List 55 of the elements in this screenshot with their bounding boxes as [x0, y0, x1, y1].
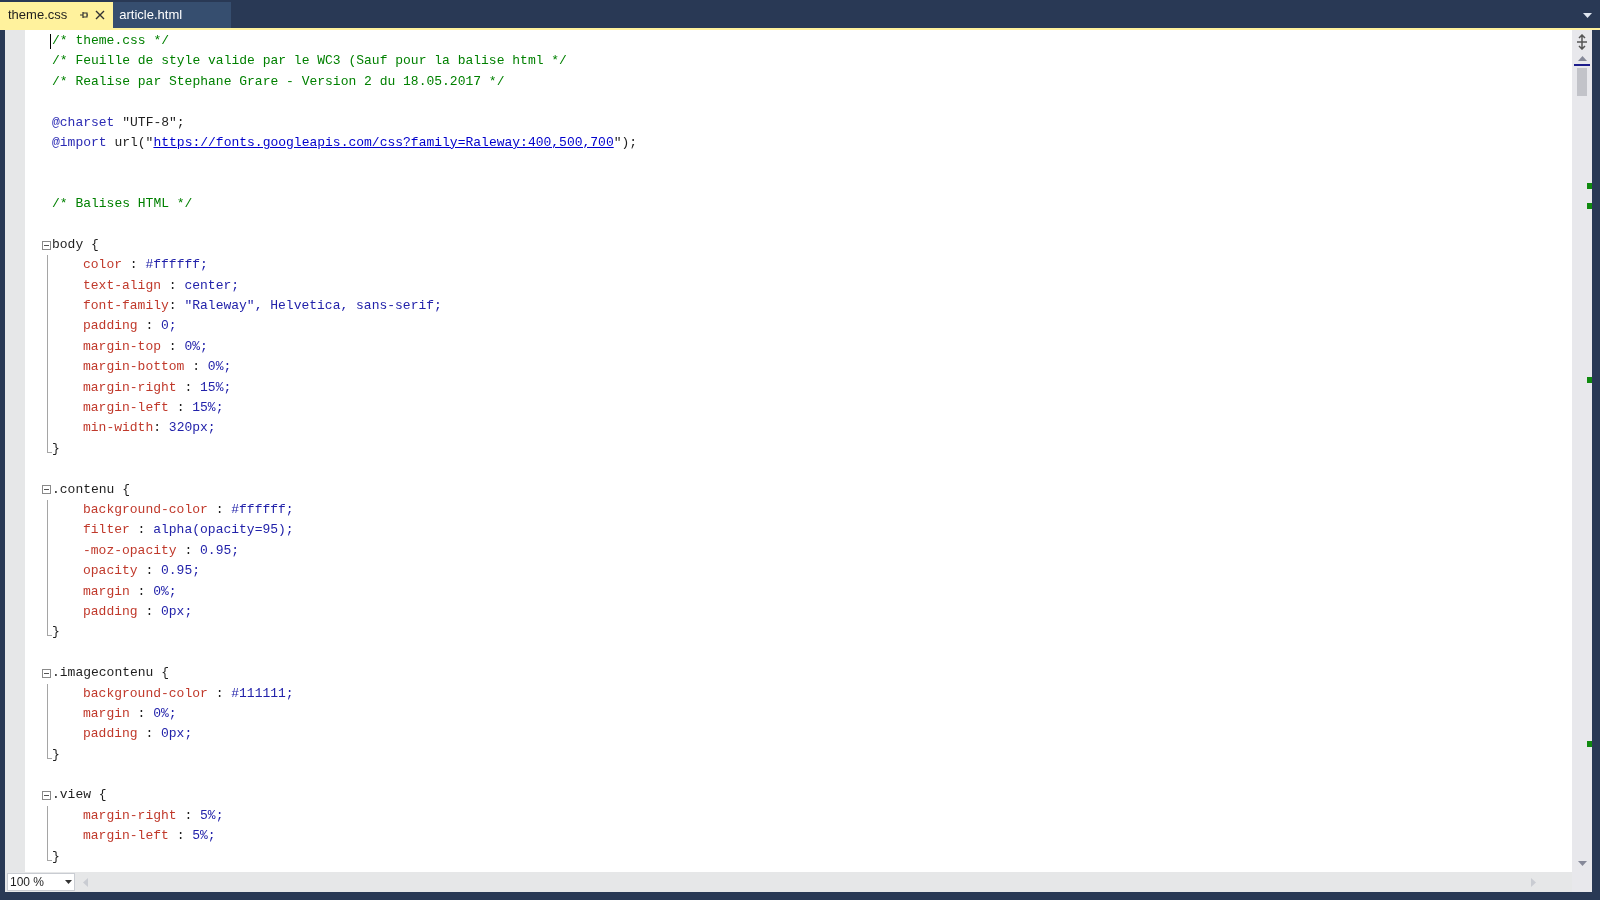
code-line: margin-right : 5%; [82, 806, 224, 825]
code-line: background-color : #111111; [82, 684, 294, 703]
code-line: } [52, 847, 60, 866]
code-line: padding : 0px; [82, 602, 193, 621]
scroll-down-icon[interactable] [1577, 861, 1587, 866]
caret-icon [65, 880, 72, 884]
code-line: margin-left : 15%; [82, 399, 224, 418]
code-line: background-color : #ffffff; [82, 501, 294, 519]
code-line: filter : alpha(opacity=95); [82, 521, 294, 540]
fold-toggle[interactable] [42, 240, 51, 250]
code-line: } [52, 439, 60, 458]
code-line: text-align : center; [82, 276, 240, 295]
code-line: min-width: 320px; [82, 419, 216, 438]
change-marker [1587, 183, 1592, 189]
dropdown-icon[interactable] [1583, 13, 1592, 18]
code-line: .view { [52, 786, 107, 805]
code-line: margin-left : 5%; [82, 827, 216, 846]
code-line: /* Balises HTML */ [52, 195, 193, 214]
code-line: .contenu { [52, 480, 130, 499]
code-line: .imagecontenu { [52, 664, 170, 683]
code-line: margin-bottom : 0%; [82, 358, 232, 377]
code-line: font-family: "Raleway", Helvetica, sans-serif; [82, 297, 442, 316]
code-line: color : #ffffff; [82, 256, 208, 275]
fold-toggle[interactable] [42, 668, 51, 678]
code-line: /* theme.css */ [52, 32, 170, 50]
file-tab[interactable]: theme.css [0, 2, 114, 28]
change-marker [1587, 377, 1592, 383]
code-line: } [52, 623, 60, 642]
scroll-thumb[interactable] [1577, 68, 1587, 96]
code-line: } [52, 745, 60, 764]
close-icon[interactable] [95, 10, 106, 20]
pin-icon[interactable] [79, 10, 90, 20]
scroll-up-icon[interactable] [1577, 56, 1587, 61]
code-line: @import url("https://fonts.googleapis.com/css?family=Raleway:400,500,700"); [52, 133, 638, 152]
code-line: margin-right : 15%; [82, 378, 232, 397]
code-line: opacity : 0.95; [82, 562, 201, 581]
text-cursor [50, 34, 51, 49]
split-icon[interactable] [1575, 34, 1589, 50]
code-line: /* Realise par Stephane Grare - Version 2 du 18.05.2017 */ [52, 72, 505, 91]
code-line: padding : 0px; [82, 725, 193, 744]
code-line: margin : 0%; [82, 582, 177, 601]
vertical-scrollbar[interactable] [1572, 30, 1592, 892]
code-line: margin-top : 0%; [82, 337, 208, 356]
code-line: margin : 0%; [82, 704, 177, 723]
code-line: body { [52, 235, 99, 254]
code-line: @charset "UTF-8"; [52, 113, 185, 132]
fold-toggle[interactable] [42, 485, 51, 495]
file-tab[interactable]: article.html [113, 2, 232, 28]
change-marker [1587, 203, 1592, 209]
code-line: /* Feuille de style valide par le WC3 (Sauf pour la balise html */ [52, 52, 567, 71]
code-line: padding : 0; [82, 317, 177, 336]
code-line: -moz-opacity : 0.95; [82, 541, 240, 560]
zoom-dropdown[interactable]: 100 % [7, 873, 75, 891]
change-marker [1587, 741, 1592, 747]
fold-toggle[interactable] [42, 791, 51, 801]
